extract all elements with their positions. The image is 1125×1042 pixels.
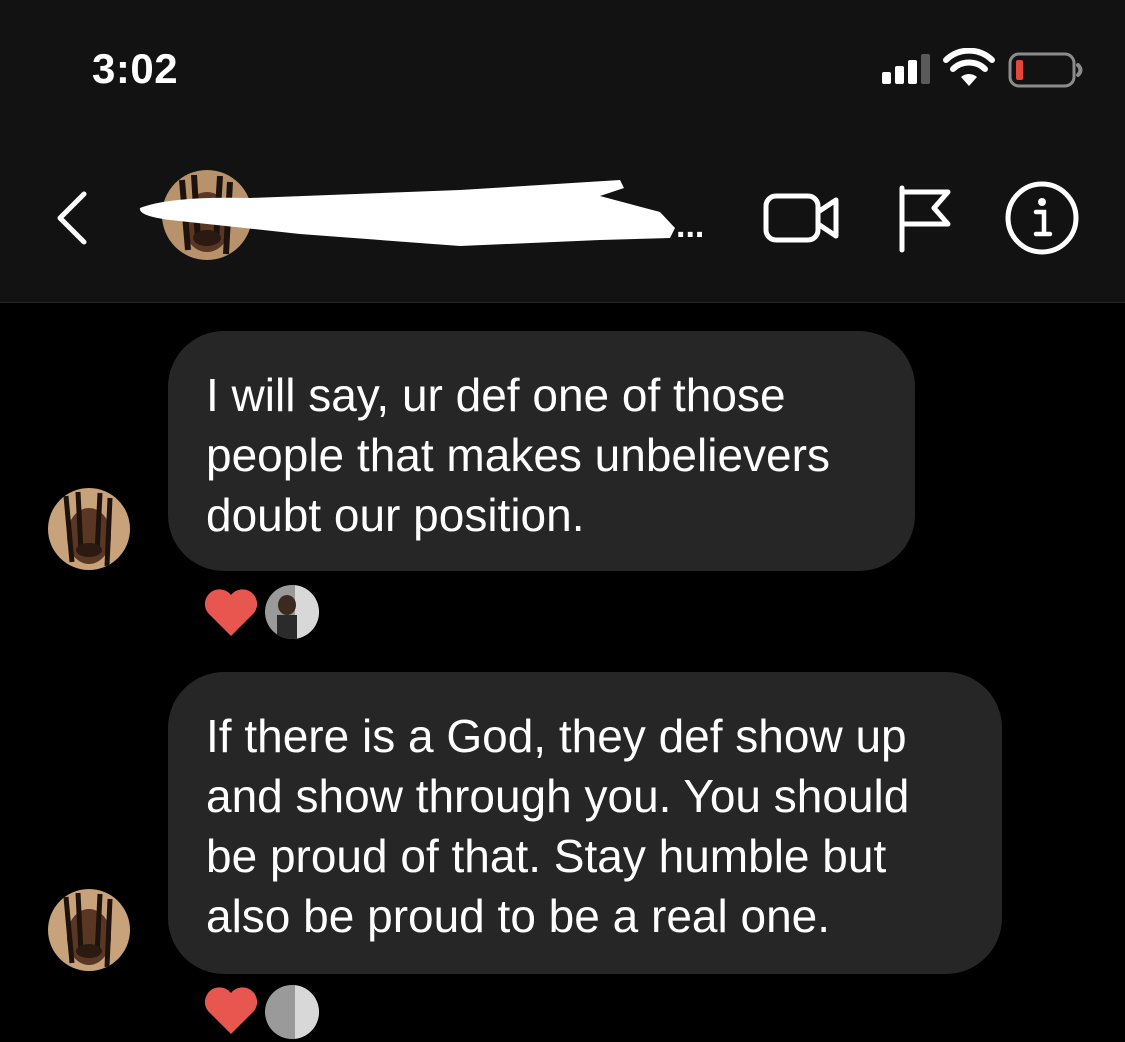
reactor-avatar[interactable] [262,982,322,1042]
sender-avatar[interactable] [48,488,130,570]
heart-reaction-icon[interactable] [202,586,260,638]
video-camera-icon[interactable] [760,186,842,250]
chat-header: 3:02 ... [0,0,1125,303]
redacted-contact-name [139,180,676,246]
message-bubble[interactable]: I will say, ur def one of those people t… [168,331,915,571]
status-time: 3:02 [92,45,179,92]
back-button[interactable] [44,180,100,256]
reactor-avatar[interactable] [262,582,322,642]
heart-reaction-icon[interactable] [202,984,260,1036]
battery-low-icon [1008,52,1083,88]
info-icon[interactable] [1004,180,1080,256]
sender-avatar[interactable] [48,889,130,971]
cellular-signal-icon [882,54,930,84]
flag-icon[interactable] [892,182,954,254]
wifi-icon [943,48,995,86]
contact-name-truncation: ... [676,207,705,245]
message-bubble[interactable]: If there is a God, they def show up and … [168,672,1002,974]
